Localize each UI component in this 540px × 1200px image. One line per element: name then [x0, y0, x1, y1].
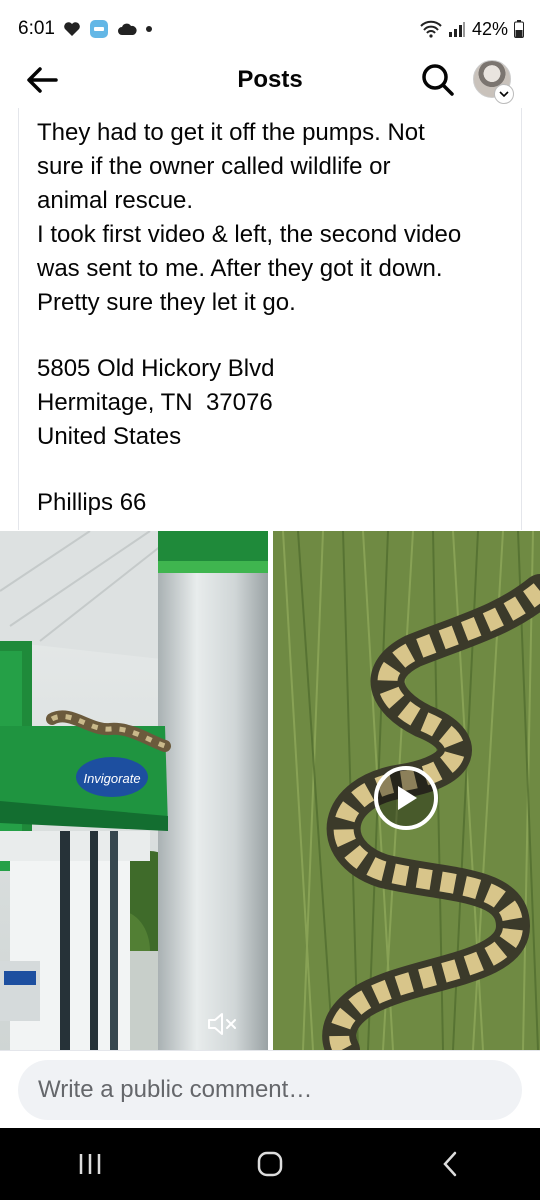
- post-line: animal rescue.: [37, 187, 194, 214]
- mute-icon: [208, 1013, 236, 1035]
- back-button[interactable]: [22, 60, 62, 100]
- battery-percent: 42%: [471, 18, 508, 39]
- address-line: Hermitage, TN 37076: [37, 389, 273, 416]
- page-title: Posts: [237, 66, 303, 93]
- comment-bar: Write a public comment…: [0, 1050, 540, 1128]
- play-icon: [398, 786, 417, 810]
- status-bar: 6:01 42%: [0, 0, 540, 58]
- post-card: They had to get it off the pumps. Not su…: [18, 108, 522, 530]
- post-line: sure if the owner called wildlife or: [37, 153, 391, 180]
- search-button[interactable]: [418, 60, 458, 100]
- address-line: 5805 Old Hickory Blvd: [37, 355, 275, 382]
- status-left: 6:01: [18, 18, 153, 40]
- home-button[interactable]: [240, 1134, 300, 1194]
- cloud-icon: [117, 23, 137, 35]
- status-right: 42%: [420, 19, 524, 40]
- post-line: I took first video & left, the second vi…: [37, 221, 462, 248]
- chevron-left-icon: [443, 1151, 457, 1177]
- status-time: 6:01: [18, 18, 55, 39]
- recent-apps-icon: [79, 1154, 101, 1174]
- comment-input[interactable]: Write a public comment…: [18, 1060, 522, 1120]
- home-icon: [257, 1151, 283, 1177]
- chevron-down-icon[interactable]: [494, 84, 514, 104]
- post-line: Pretty sure they let it go.: [37, 289, 296, 316]
- address-line: United States: [37, 423, 182, 450]
- heart-icon: [64, 22, 80, 36]
- recent-apps-button[interactable]: [60, 1134, 120, 1194]
- app-header: Posts: [0, 52, 540, 108]
- gas-station-photo: Invigorate: [0, 531, 268, 1050]
- app-notification-icon: [89, 20, 108, 38]
- dot-icon: [145, 26, 152, 32]
- back-arrow-icon: [27, 67, 58, 93]
- video-thumbnail-snake-grass[interactable]: [273, 531, 540, 1050]
- signal-icon: [448, 22, 465, 37]
- system-back-button[interactable]: [420, 1134, 480, 1194]
- post-text: They had to get it off the pumps. Not su…: [37, 116, 517, 520]
- mute-button[interactable]: [205, 1009, 239, 1039]
- battery-icon: [514, 20, 524, 38]
- search-icon: [422, 64, 454, 96]
- post-line: was sent to me. After they got it down.: [37, 255, 443, 282]
- video-thumbnail-gas-station[interactable]: Invigorate: [0, 531, 268, 1050]
- system-nav-bar: [0, 1128, 540, 1200]
- wifi-icon: [420, 20, 442, 38]
- place-name: Phillips 66: [37, 489, 147, 516]
- sign-text: Invigorate: [83, 771, 140, 786]
- post-line: They had to get it off the pumps. Not: [37, 119, 425, 146]
- play-button[interactable]: [374, 766, 438, 830]
